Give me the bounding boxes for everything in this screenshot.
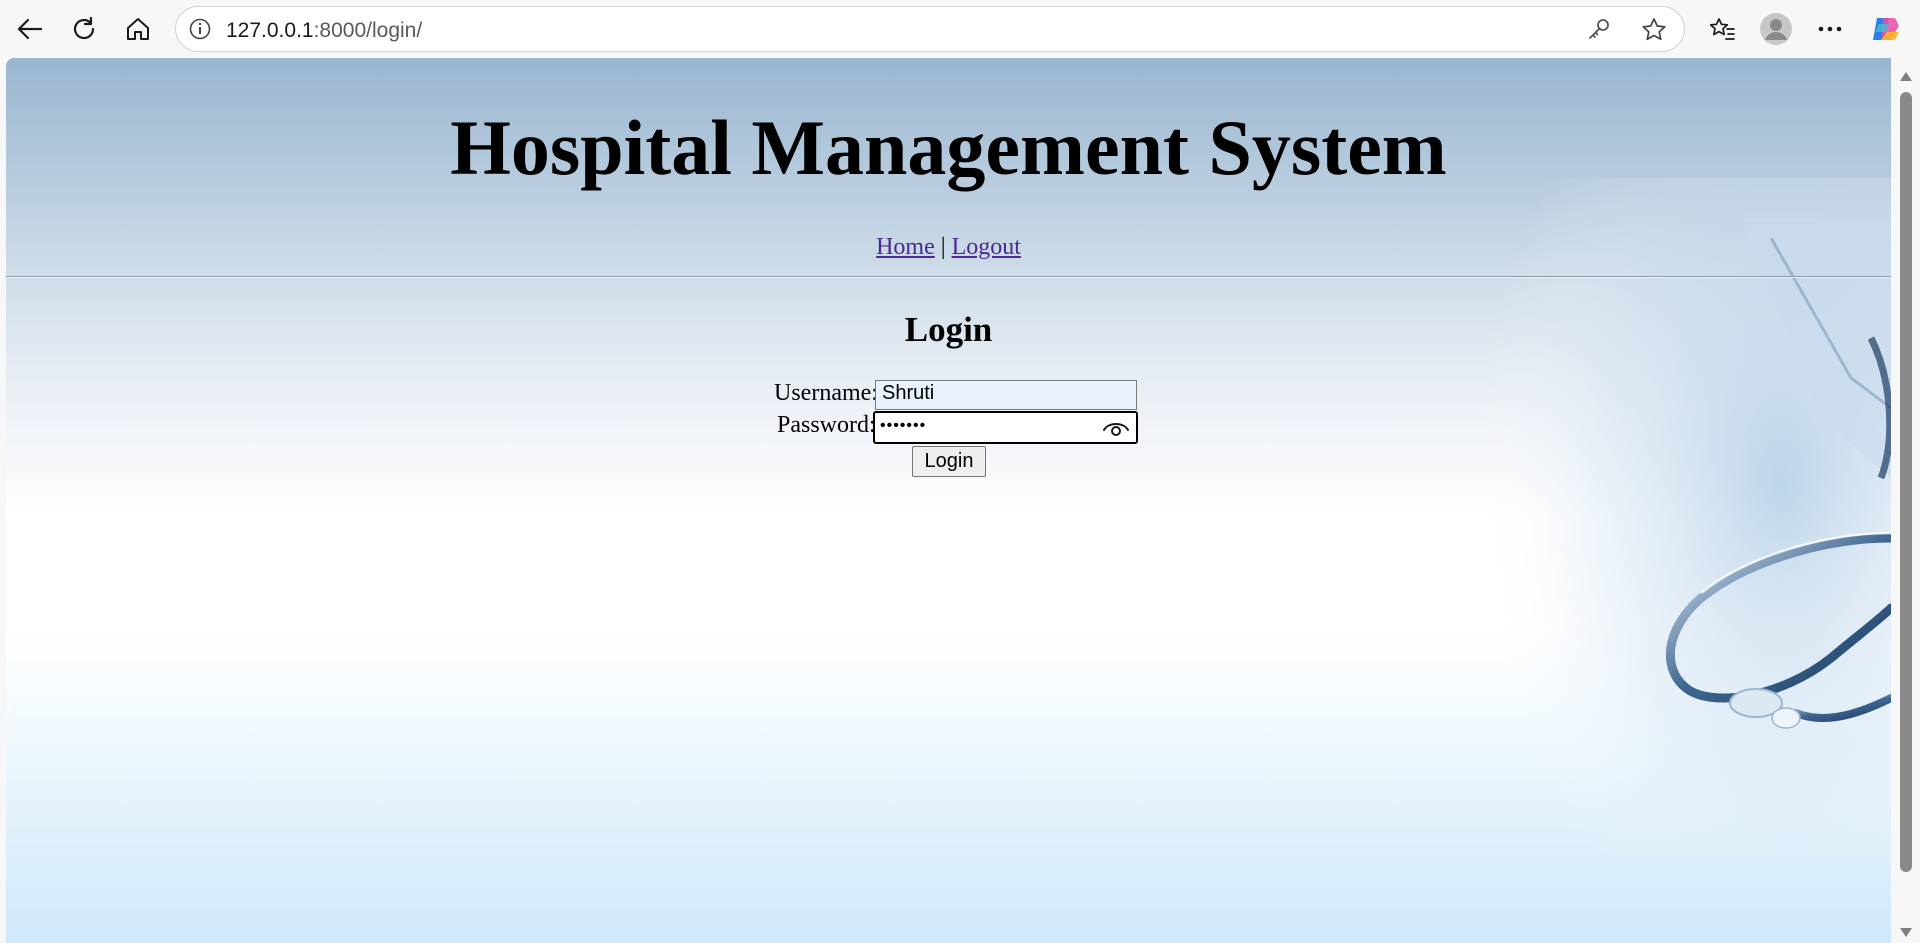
username-label: Username: [774,380,878,406]
password-mask: ••••••• [880,417,927,434]
nav-bar: Home | Logout [6,234,1891,261]
scroll-up-arrow-icon[interactable] [1900,72,1912,81]
url-host: 127.0.0.1 [226,19,314,42]
url-text: 127.0.0.1:8000/login/ [226,19,422,43]
password-label: Password: [777,412,876,438]
vertical-scrollbar[interactable] [1891,58,1920,943]
nav-home-link[interactable]: Home [876,234,935,260]
browser-toolbar: 127.0.0.1:8000/login/ [0,0,1920,58]
nav-separator: | [940,234,946,260]
eye-icon[interactable] [1102,418,1130,443]
key-icon[interactable] [1586,16,1612,47]
more-icon[interactable] [1810,9,1850,49]
favorites-icon[interactable] [1702,9,1742,49]
url-path: :8000/login/ [313,19,423,42]
star-icon[interactable] [1640,16,1668,49]
scrollbar-thumb[interactable] [1900,92,1912,872]
info-icon[interactable] [186,15,214,43]
profile-icon[interactable] [1756,9,1796,49]
home-icon[interactable] [118,9,158,49]
header-divider [6,276,1891,278]
nav-logout-link[interactable]: Logout [952,234,1021,260]
scroll-down-arrow-icon[interactable] [1900,928,1912,937]
login-heading: Login [904,310,993,349]
password-input[interactable]: ••••••• [873,411,1138,444]
back-arrow-icon[interactable] [10,9,50,49]
stethoscope-image [1451,178,1891,858]
copilot-icon[interactable] [1866,9,1906,49]
page-viewport: Hospital Management System Home | Logout… [6,58,1891,943]
site-title: Hospital Management System [450,104,1447,191]
refresh-icon[interactable] [64,9,104,49]
username-value: Shruti [882,382,935,404]
login-button[interactable]: Login [912,446,986,477]
address-bar[interactable]: 127.0.0.1:8000/login/ [175,6,1685,52]
username-input[interactable]: Shruti [875,380,1137,410]
